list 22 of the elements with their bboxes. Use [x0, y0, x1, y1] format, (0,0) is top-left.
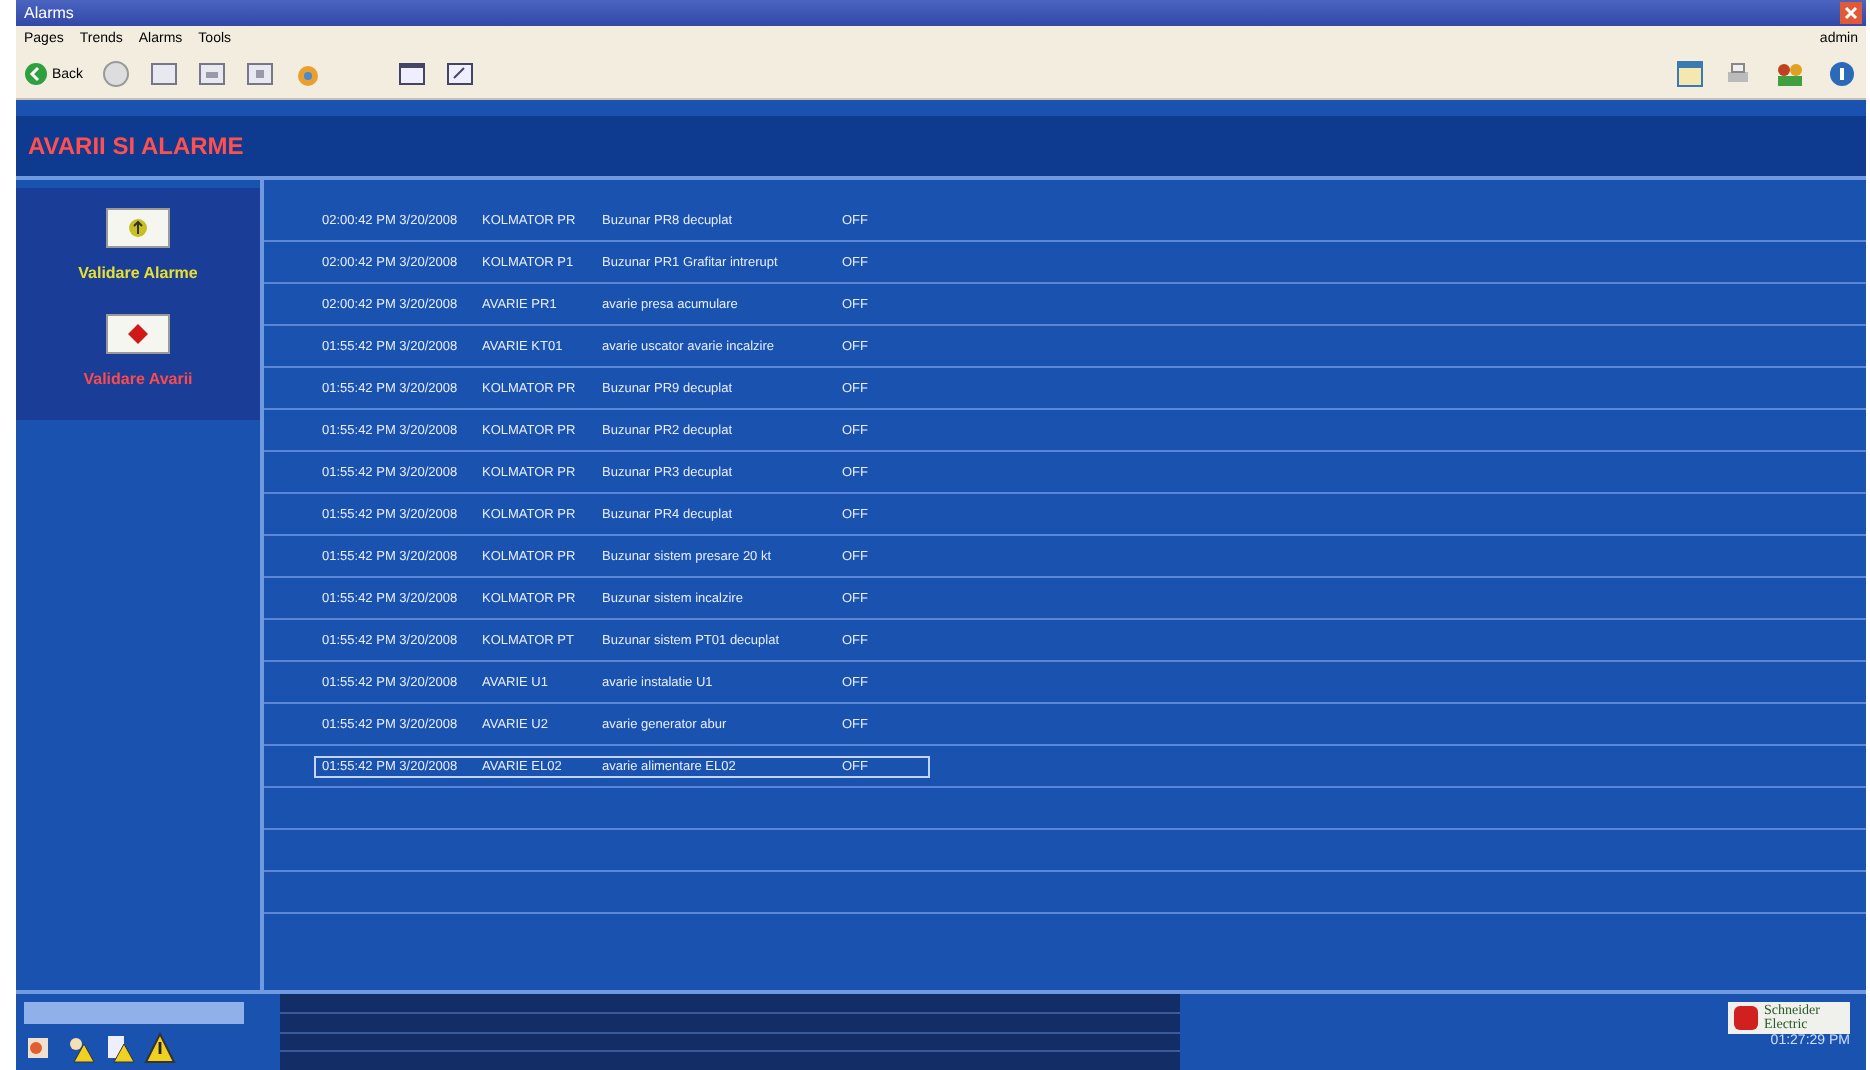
layout-icon[interactable]	[1674, 58, 1706, 90]
close-button[interactable]	[1840, 2, 1862, 24]
diamond-icon	[128, 324, 148, 344]
window-title: Alarms	[24, 4, 74, 22]
edit-icon[interactable]	[443, 58, 476, 90]
forward-icon[interactable]	[99, 58, 132, 90]
validate-button[interactable]	[106, 314, 170, 354]
help-icon[interactable]	[1826, 58, 1858, 90]
warning-document-icon[interactable]	[104, 1032, 136, 1064]
page-title: AVARII SI ALARME	[28, 132, 244, 160]
validate-button[interactable]	[106, 208, 170, 248]
page-icon[interactable]	[195, 58, 228, 90]
window-icon[interactable]	[395, 58, 428, 90]
warning-icon[interactable]	[144, 1032, 176, 1064]
warning-user-icon[interactable]	[64, 1032, 96, 1064]
input-field[interactable]	[24, 1002, 244, 1024]
button-label: Validare Avarii	[83, 370, 193, 388]
logo-mark-icon	[1734, 1006, 1758, 1030]
page-icon[interactable]	[147, 58, 180, 90]
button-label: Validare Alarme	[78, 264, 198, 282]
page-icon[interactable]	[243, 58, 276, 90]
validate-icon	[128, 218, 148, 238]
